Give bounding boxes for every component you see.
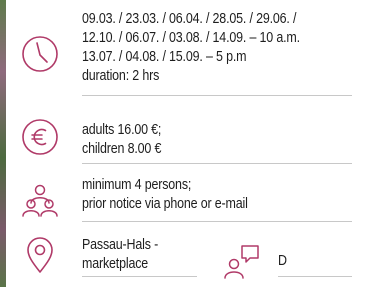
schedule-line: 09.03. / 23.03. / 06.04. / 28.05. / 29.0… bbox=[82, 11, 297, 27]
location-line: marketplace bbox=[82, 256, 149, 272]
price-line: children 8.00 € bbox=[82, 141, 162, 157]
group-line: prior notice via phone or e-mail bbox=[82, 196, 248, 212]
price-line: adults 16.00 €; bbox=[82, 122, 162, 138]
language-text: D bbox=[278, 252, 287, 271]
language-value: D bbox=[278, 253, 287, 269]
location-clip: Passau-Hals - marketplace bbox=[82, 236, 212, 287]
group-icon bbox=[20, 180, 60, 220]
location-text: Passau-Hals - marketplace bbox=[82, 236, 158, 274]
location-pin-icon bbox=[20, 236, 60, 276]
euro-icon bbox=[20, 117, 60, 157]
divider bbox=[278, 276, 352, 277]
schedule-line: duration: 2 hrs bbox=[82, 68, 160, 84]
side-image-strip bbox=[0, 0, 6, 287]
divider bbox=[82, 95, 352, 96]
speech-person-icon bbox=[222, 240, 264, 282]
location-line: Passau-Hals - bbox=[82, 237, 159, 253]
group-line: minimum 4 persons; bbox=[82, 177, 192, 193]
price-text: adults 16.00 €; children 8.00 € bbox=[82, 121, 161, 159]
divider bbox=[82, 276, 197, 277]
group-text: minimum 4 persons; prior notice via phon… bbox=[82, 176, 248, 214]
divider bbox=[82, 163, 352, 164]
divider bbox=[82, 221, 352, 222]
schedule-line: 12.10. / 06.07. / 03.08. / 14.09. – 10 a… bbox=[82, 30, 300, 46]
schedule-line: 13.07. / 04.08. / 15.09. – 5 p.m bbox=[82, 49, 247, 65]
schedule-text: 09.03. / 23.03. / 06.04. / 28.05. / 29.0… bbox=[82, 10, 300, 86]
clock-icon bbox=[20, 34, 60, 74]
